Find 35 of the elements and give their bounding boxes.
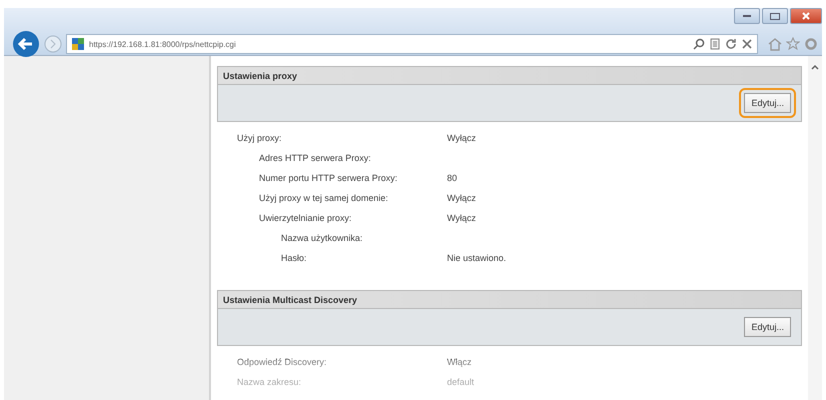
setting-value: default: [447, 377, 474, 387]
close-button[interactable]: [790, 8, 822, 24]
scroll-up-icon[interactable]: [811, 64, 819, 70]
refresh-icon[interactable]: [725, 38, 737, 50]
setting-label: Użyj proxy:: [237, 133, 282, 143]
setting-value: 80: [447, 173, 458, 183]
section-title: Ustawienia Multicast Discovery: [223, 294, 358, 304]
close-icon: [801, 12, 811, 20]
setting-value: Wyłącz: [447, 193, 476, 203]
setting-label: Nazwa użytkownika:: [281, 233, 363, 243]
scrollbar[interactable]: [808, 56, 822, 400]
minimize-button[interactable]: [734, 8, 760, 24]
setting-value: Włącz: [447, 357, 472, 367]
setting-label: Adres HTTP serwera Proxy:: [259, 153, 371, 163]
edit-button[interactable]: Edytuj...: [744, 317, 791, 337]
edit-button[interactable]: Edytuj...: [744, 93, 791, 113]
setting-value: Wyłącz: [447, 133, 476, 143]
stop-icon[interactable]: [742, 39, 752, 49]
setting-label: Odpowiedź Discovery:: [237, 357, 327, 367]
setting-label: Hasło:: [281, 253, 307, 263]
setting-label: Nazwa zakresu:: [237, 377, 302, 387]
setting-value: Wyłącz: [447, 213, 476, 223]
setting-label: Numer portu HTTP serwera Proxy:: [259, 173, 398, 183]
section-title: Ustawienia proxy: [223, 70, 298, 80]
maximize-button[interactable]: [762, 8, 788, 24]
search-icon[interactable]: [693, 38, 705, 50]
back-icon[interactable]: [12, 30, 40, 58]
setting-value: Nie ustawiono.: [447, 253, 506, 263]
address-bar[interactable]: https://192.168.1.81:8000/rps/nettcpip.cgi: [66, 34, 758, 54]
star-icon[interactable]: [786, 37, 800, 51]
url-text: https://192.168.1.81:8000/rps/nettcpip.cgi: [89, 40, 236, 48]
setting-label: Uwierzytelnianie proxy:: [259, 213, 352, 223]
setting-label: Użyj proxy w tej samej domenie:: [259, 193, 388, 203]
site-icon: [72, 38, 84, 50]
page-icon[interactable]: [710, 38, 720, 50]
